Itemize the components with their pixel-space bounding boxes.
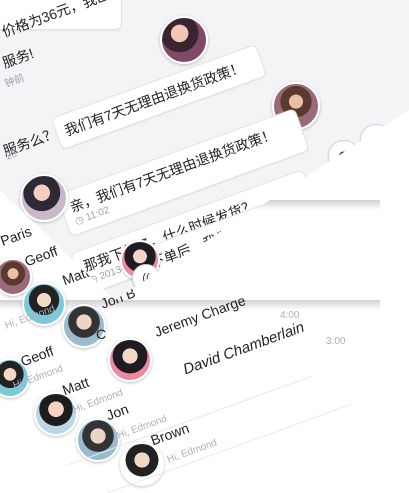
contact-name[interactable]: Jon — [104, 401, 131, 424]
emoji-icon: ☻ — [334, 145, 354, 166]
message-text: 服务! — [0, 45, 36, 71]
plus-button[interactable]: + — [360, 124, 392, 156]
user-avatar — [160, 16, 208, 64]
message-text: 我们有7天无理由退换货政策！ — [62, 58, 247, 139]
message-bubble: 价格为36元，我出 — [0, 0, 122, 40]
user-avatar — [20, 174, 68, 222]
contact-avatar — [108, 338, 152, 382]
contact-time: 4:00 — [280, 310, 300, 321]
contact-name[interactable]: Geoff — [22, 243, 59, 270]
message-text: 价格为36元，我出 — [0, 0, 112, 40]
contact-avatar — [76, 418, 120, 462]
plus-icon: + — [370, 129, 382, 150]
emoji-button[interactable]: ☻ — [328, 140, 360, 172]
contact-name[interactable]: Jeremy Charge — [152, 292, 247, 340]
contact-name[interactable]: C — [96, 326, 106, 342]
clock-icon: ◷ — [73, 214, 86, 228]
contact-name[interactable]: Paris — [0, 223, 34, 249]
contact-name[interactable]: David Chamberlain — [181, 319, 307, 379]
